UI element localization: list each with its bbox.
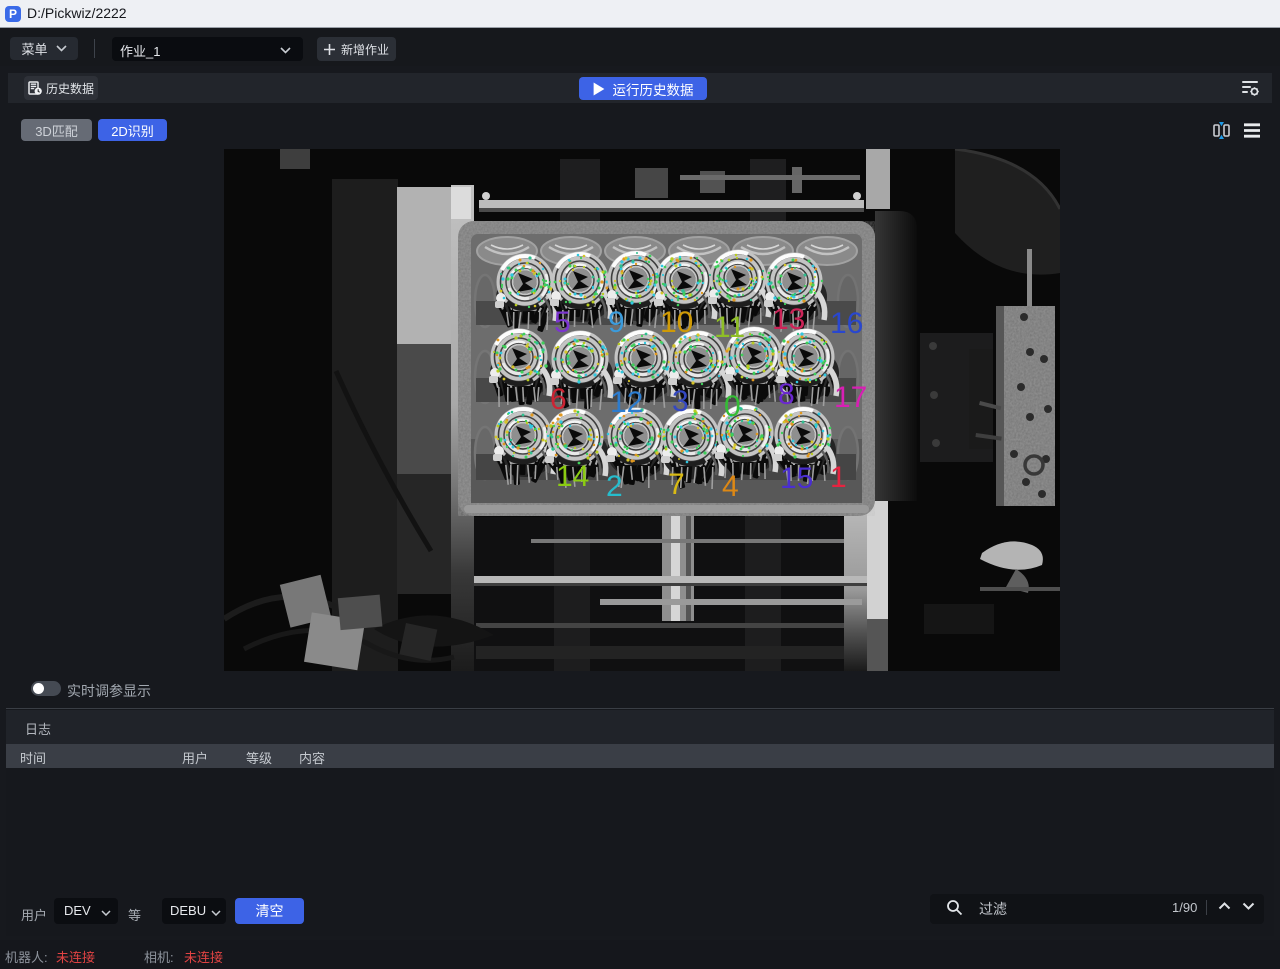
svg-text:15: 15 xyxy=(780,462,813,495)
svg-text:13: 13 xyxy=(772,303,805,336)
svg-text:16: 16 xyxy=(830,307,863,340)
svg-text:0: 0 xyxy=(724,390,741,423)
svg-text:11: 11 xyxy=(714,311,745,344)
svg-text:14: 14 xyxy=(556,460,589,493)
svg-text:12: 12 xyxy=(610,386,643,419)
svg-text:6: 6 xyxy=(550,383,567,416)
svg-text:1: 1 xyxy=(830,461,847,494)
svg-text:2: 2 xyxy=(606,470,623,503)
svg-text:9: 9 xyxy=(608,306,625,339)
svg-text:7: 7 xyxy=(668,468,685,501)
svg-text:10: 10 xyxy=(660,306,693,339)
svg-text:3: 3 xyxy=(672,385,689,418)
svg-text:8: 8 xyxy=(778,378,795,411)
svg-text:4: 4 xyxy=(722,470,739,503)
svg-text:17: 17 xyxy=(834,381,867,414)
svg-text:5: 5 xyxy=(554,306,571,339)
